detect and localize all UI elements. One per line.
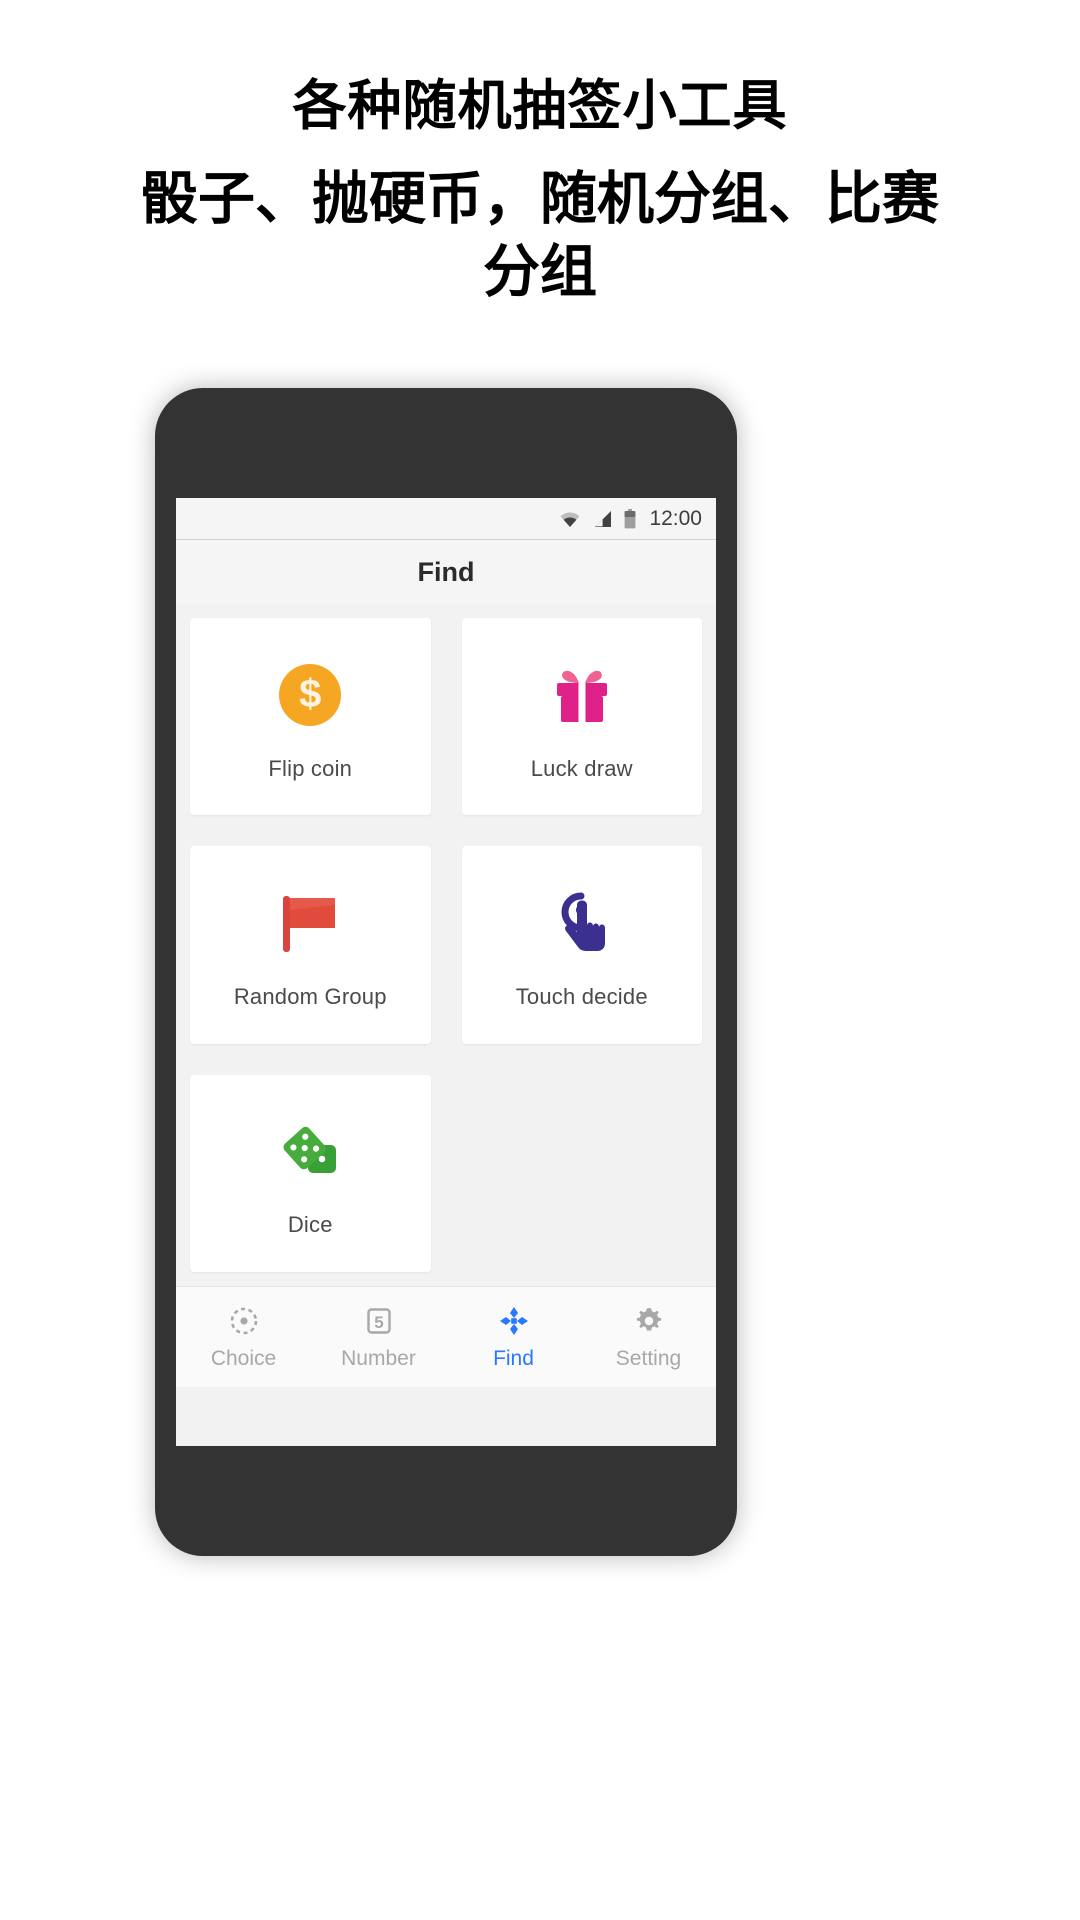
nav-label: Number (341, 1346, 416, 1370)
card-random-group[interactable]: Random Group (190, 846, 431, 1044)
card-empty-slot (461, 1074, 702, 1272)
card-label: Random Group (233, 983, 387, 1009)
nav-label: Choice (210, 1346, 277, 1370)
dice-icon (267, 1108, 353, 1194)
nav-label: Setting (615, 1346, 682, 1370)
phone-mockup: 12:00 Find $ Flip coin Luck draw Random … (155, 388, 737, 1556)
promo-subheadline: 骰子、抛硬币，随机分组、比赛分组 (141, 166, 939, 304)
card-flip-coin[interactable]: $ Flip coin (190, 618, 431, 816)
svg-text:5: 5 (374, 1313, 383, 1332)
nav-item-find[interactable]: Find (446, 1304, 581, 1371)
compass-petals-icon (497, 1304, 531, 1338)
card-label: Touch decide (515, 983, 648, 1009)
feature-grid: $ Flip coin Luck draw Random Group Touch… (176, 604, 716, 1286)
bottom-navigation: Choice 5 Number Find Setting (176, 1286, 716, 1387)
gift-icon (539, 652, 625, 738)
status-bar-icons (558, 508, 636, 529)
cellular-signal-icon (595, 510, 612, 527)
promo-header: 各种随机抽签小工具 骰子、抛硬币，随机分组、比赛分组 (0, 0, 1080, 309)
tap-hand-icon (539, 880, 625, 966)
card-label: Luck draw (530, 755, 633, 781)
card-touch-decide[interactable]: Touch decide (461, 846, 702, 1044)
wifi-icon (560, 511, 580, 527)
page-title: Find (417, 556, 475, 587)
coin-dollar-icon: $ (267, 652, 353, 738)
promo-headline: 各种随机抽签小工具 (292, 76, 788, 136)
phone-screen: 12:00 Find $ Flip coin Luck draw Random … (176, 498, 716, 1446)
card-dice[interactable]: Dice (190, 1074, 431, 1272)
app-title-bar: Find (176, 540, 716, 604)
nav-label: Find (493, 1346, 534, 1370)
nav-item-number[interactable]: 5 Number (311, 1304, 446, 1371)
battery-icon (625, 508, 636, 528)
nav-item-choice[interactable]: Choice (176, 1304, 311, 1371)
card-luck-draw[interactable]: Luck draw (461, 618, 702, 816)
nav-item-setting[interactable]: Setting (581, 1304, 716, 1371)
gear-icon (632, 1304, 666, 1338)
card-label: Flip coin (268, 755, 353, 781)
flag-icon (267, 880, 353, 966)
target-dashed-circle-icon (227, 1304, 261, 1338)
status-bar-time: 12:00 (649, 506, 702, 530)
status-bar: 12:00 (176, 498, 716, 540)
card-label: Dice (287, 1212, 333, 1238)
number-five-box-icon: 5 (362, 1304, 396, 1338)
